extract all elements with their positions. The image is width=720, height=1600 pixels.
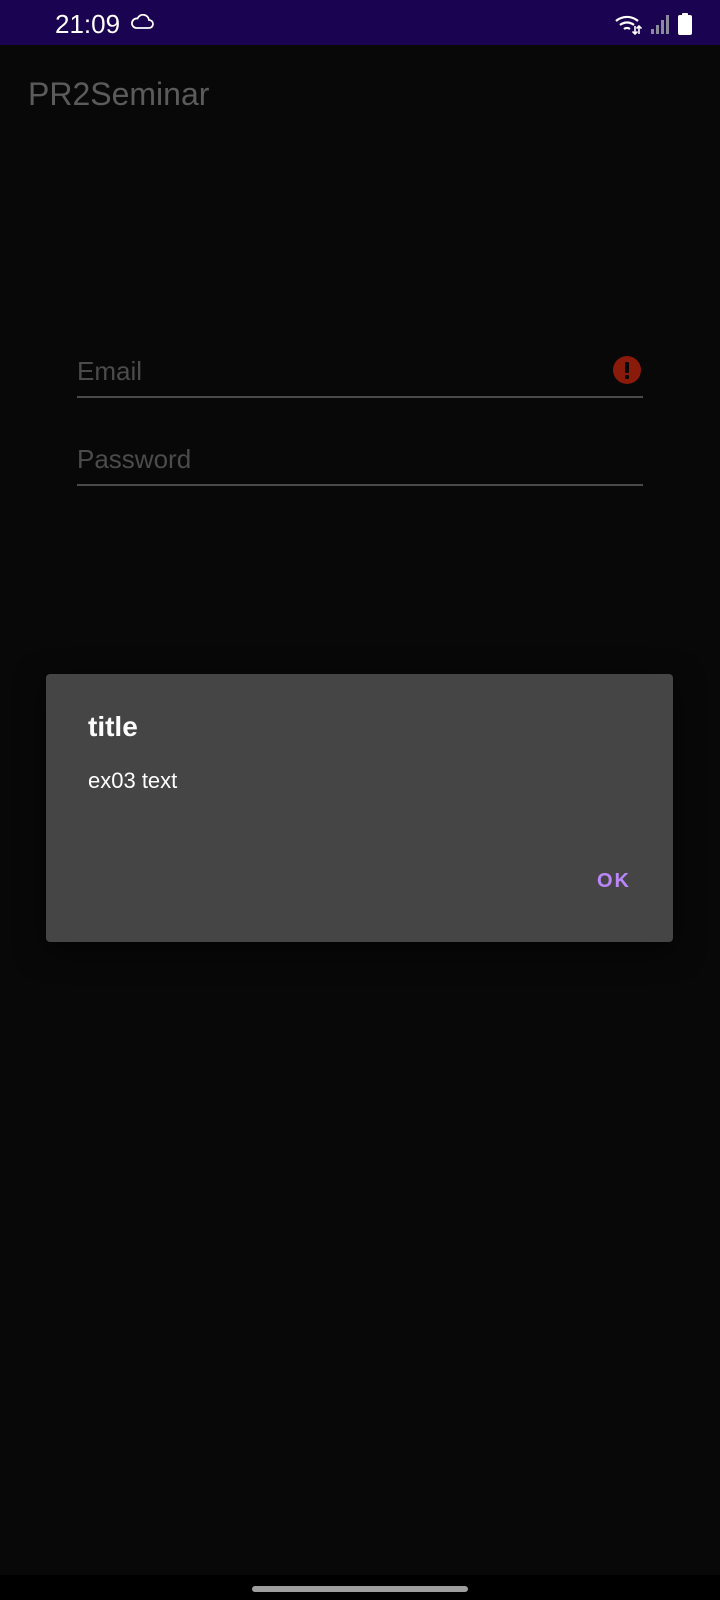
wifi-icon [614, 13, 643, 40]
alert-dialog: title ex03 text OK [46, 674, 673, 942]
dialog-title: title [88, 711, 138, 742]
app-title: PR2Seminar [28, 76, 210, 112]
app-screen: 21:09 PR2Seminar Email Password title ex… [0, 0, 720, 1600]
email-field[interactable]: Email [77, 348, 643, 398]
password-field[interactable]: Password [77, 436, 643, 486]
status-bar: 21:09 [0, 0, 720, 45]
dialog-message: ex03 text [88, 768, 178, 793]
home-gesture-handle[interactable] [252, 1586, 468, 1592]
battery-icon [678, 13, 692, 40]
password-placeholder: Password [77, 444, 192, 474]
ok-button[interactable]: OK [597, 870, 631, 893]
status-icons [614, 13, 692, 40]
signal-icon [650, 14, 670, 39]
error-icon [613, 356, 641, 384]
cloud-icon [130, 13, 154, 35]
navigation-bar [0, 1575, 720, 1600]
email-placeholder: Email [77, 356, 143, 386]
status-time: 21:09 [55, 9, 121, 39]
